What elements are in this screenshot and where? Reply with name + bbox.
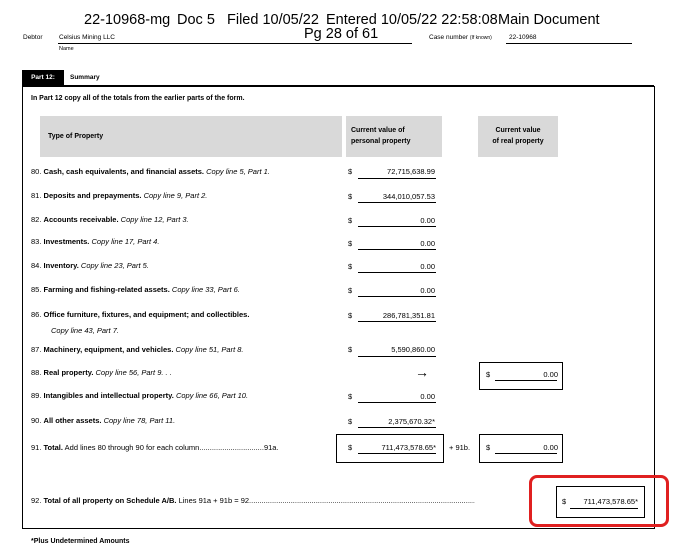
line-81-dollar: $	[348, 192, 353, 201]
case-number-label: Case number (If known)	[429, 34, 492, 41]
personal-property-label-1: Current value of	[351, 127, 405, 134]
total-real-amount: 0.00	[543, 443, 558, 452]
line-85-underline	[358, 296, 436, 297]
debtor-name: Celsius Mining LLC	[59, 34, 115, 41]
line-85-amount: 0.00	[420, 286, 435, 295]
line-89: 89. Intangibles and intellectual propert…	[31, 391, 249, 400]
line-80-amount: 72,715,638.99	[387, 167, 435, 176]
line-86-dollar: $	[348, 311, 353, 320]
line-82-amount: 0.00	[420, 216, 435, 225]
line-92-grand-total: 92. Total of all property on Schedule A/…	[31, 496, 475, 505]
line-86: 86. Office furniture, fixtures, and equi…	[31, 310, 250, 319]
line-83-dollar: $	[348, 239, 353, 248]
line-82-underline	[358, 226, 436, 227]
line-83-amount: 0.00	[420, 239, 435, 248]
line-82-dollar: $	[348, 216, 353, 225]
line-80-underline	[358, 178, 436, 179]
part-title: Summary	[70, 74, 100, 81]
grand-total-amount: 711,473,578.65*	[583, 497, 639, 506]
main-document-label: Main Document	[498, 12, 600, 28]
debtor-name-caption: Name	[59, 46, 74, 52]
page-indicator: Pg 28 of 61	[304, 26, 379, 42]
line-90: 90. All other assets. Copy line 78, Part…	[31, 416, 176, 425]
line-87-dollar: $	[348, 345, 353, 354]
line-80: 80. Cash, cash equivalents, and financia…	[31, 167, 270, 176]
line-91b-label: + 91b.	[449, 443, 471, 452]
personal-property-label-2: personal property	[351, 138, 411, 145]
doc-number: Doc 5	[177, 12, 215, 28]
debtor-name-underline	[58, 43, 412, 44]
line-84: 84. Inventory. Copy line 23, Part 5.	[31, 261, 149, 270]
line-89-dollar: $	[348, 392, 353, 401]
case-number-value: 22-10968	[509, 34, 537, 41]
line-91-total: 91. Total. Add lines 80 through 90 for e…	[31, 443, 279, 452]
total-real-underline	[495, 453, 557, 454]
line-87: 87. Machinery, equipment, and vehicles. …	[31, 345, 244, 354]
line-80-dollar: $	[348, 167, 353, 176]
type-of-property-label: Type of Property	[48, 133, 104, 140]
line-87-amount: 5,590,860.00	[391, 345, 435, 354]
real-property-label-1: Current value	[495, 127, 541, 134]
line-81-amount: 344,010,057.53	[382, 192, 435, 201]
grand-total-underline	[570, 508, 638, 509]
debtor-label: Debtor	[23, 34, 43, 41]
line-84-underline	[358, 272, 436, 273]
real-property-label-2: of real property	[492, 138, 544, 145]
line-84-dollar: $	[348, 262, 353, 271]
total-personal-dollar: $	[348, 443, 353, 452]
line-81-underline	[358, 202, 436, 203]
line-90-dollar: $	[348, 417, 353, 426]
line-85-dollar: $	[348, 286, 353, 295]
line-90-underline	[358, 427, 436, 428]
part-tab: Part 12:	[22, 70, 64, 86]
line-86-underline	[358, 321, 436, 322]
line-89-underline	[358, 402, 436, 403]
line-88: 88. Real property. Copy line 56, Part 9.…	[31, 368, 172, 377]
real-property-underline	[495, 380, 557, 381]
line-81: 81. Deposits and prepayments. Copy line …	[31, 191, 208, 200]
line-87-underline	[358, 356, 436, 357]
case-number-underline	[506, 43, 632, 44]
real-property-header	[478, 116, 558, 157]
total-personal-underline	[358, 453, 436, 454]
part-instruction: In Part 12 copy all of the totals from t…	[31, 95, 245, 102]
real-property-amount: 0.00	[543, 370, 558, 379]
line-90-amount: 2,375,670.32*	[388, 417, 435, 426]
line-83-underline	[358, 249, 436, 250]
line-83: 83. Investments. Copy line 17, Part 4.	[31, 237, 160, 246]
line-85: 85. Farming and fishing-related assets. …	[31, 285, 240, 294]
line-89-amount: 0.00	[420, 392, 435, 401]
line-86-amount: 286,781,351.81	[382, 311, 435, 320]
line-82: 82. Accounts receivable. Copy line 12, P…	[31, 215, 189, 224]
personal-property-header	[346, 116, 442, 157]
case-number-header: 22-10968-mg	[84, 12, 171, 28]
arrow-right-icon: →	[415, 364, 429, 380]
total-personal-amount: 711,473,578.65*	[381, 443, 437, 452]
line-86-copy: Copy line 43, Part 7.	[51, 326, 119, 335]
line-84-amount: 0.00	[420, 262, 435, 271]
